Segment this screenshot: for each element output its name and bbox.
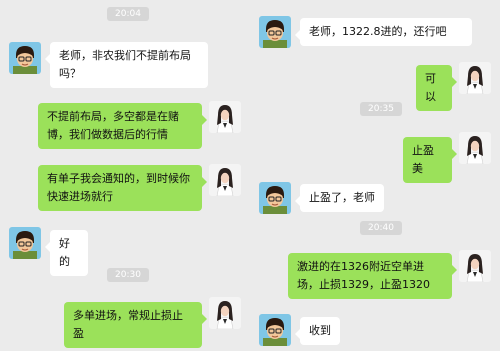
- message-bubble: 止盈美: [403, 137, 457, 183]
- timestamp: 20:30: [107, 268, 149, 282]
- message-bubble: 好的: [45, 230, 88, 276]
- message-bubble: 有单子我会通知的，到时候你快速进场就行: [38, 165, 207, 211]
- student-avatar-icon[interactable]: [9, 227, 41, 259]
- message-bubble: 止盈了，老师: [295, 184, 384, 212]
- timestamp: 20:35: [360, 102, 402, 116]
- teacher-avatar-icon[interactable]: [209, 164, 241, 196]
- teacher-avatar-icon[interactable]: [459, 250, 491, 282]
- message-bubble: 收到: [295, 317, 340, 345]
- student-avatar-icon[interactable]: [259, 314, 291, 346]
- chat-panel-left: 20:04 老师，非农我们不提前布局吗？ 不提前布局，多空都是在赌博，我们做数据…: [0, 0, 250, 351]
- message-bubble: 激进的在1326附近空单进场，止损1329，止盈1320: [288, 253, 457, 299]
- student-avatar-icon[interactable]: [259, 16, 291, 48]
- message-bubble: 可以: [416, 65, 457, 111]
- message-bubble: 不提前布局，多空都是在赌博，我们做数据后的行情: [38, 103, 207, 149]
- message-bubble: 多单进场，常规止损止盈: [64, 302, 207, 348]
- teacher-avatar-icon[interactable]: [459, 62, 491, 94]
- student-avatar-icon[interactable]: [259, 182, 291, 214]
- message-bubble: 老师，1322.8进的，还行吧: [295, 18, 472, 46]
- timestamp: 20:40: [360, 221, 402, 235]
- timestamp: 20:04: [107, 7, 149, 21]
- message-bubble: 老师，非农我们不提前布局吗？: [45, 42, 208, 88]
- teacher-avatar-icon[interactable]: [209, 297, 241, 329]
- chat-panel-right: 老师，1322.8进的，还行吧 可以 20:35 止盈美 止盈了，老师 20:4…: [250, 0, 500, 351]
- teacher-avatar-icon[interactable]: [459, 132, 491, 164]
- student-avatar-icon[interactable]: [9, 42, 41, 74]
- teacher-avatar-icon[interactable]: [209, 101, 241, 133]
